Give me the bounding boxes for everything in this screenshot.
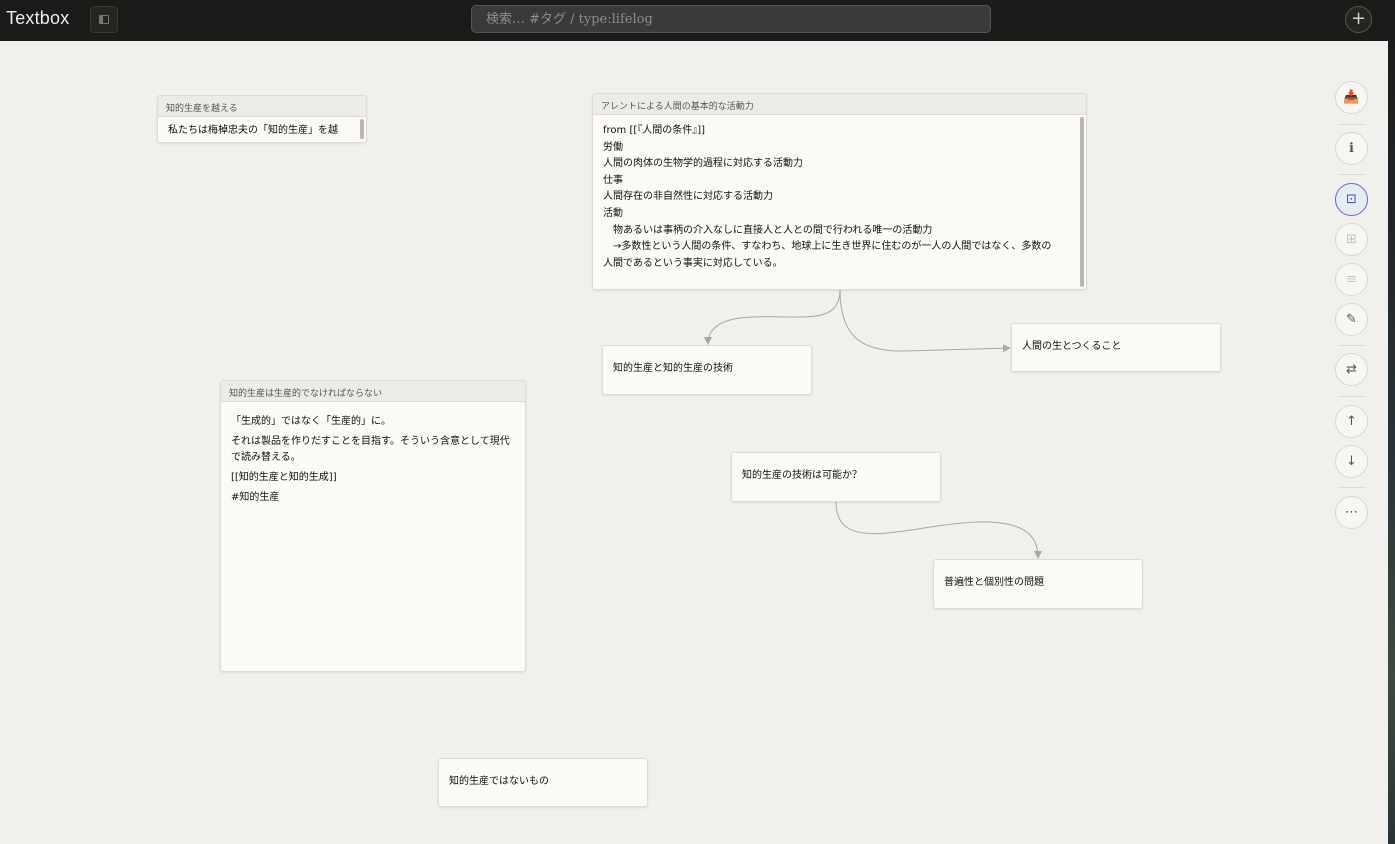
grid-view-button[interactable]: ⊞ [1335, 223, 1368, 256]
text-line: 活動 [603, 207, 623, 219]
card-is-technique-possible[interactable]: 知的生産の技術は可能か？ [731, 452, 941, 502]
link-arendt-to-tech [704, 289, 841, 345]
arrow-down-icon: ↓ [1346, 454, 1357, 469]
app-title: Textbox [6, 8, 70, 28]
card-text: 知的生産の技術は可能か？ [742, 470, 862, 481]
archive-button[interactable]: 📥 [1335, 81, 1368, 114]
info-icon: ℹ [1349, 141, 1354, 156]
text-line: 労働 [603, 141, 623, 153]
paragraph: それは製品を作りだすことを目指す。そういう含意として現代で読み替える。 [231, 436, 510, 463]
card-scrollbar[interactable] [1080, 117, 1084, 287]
top-bar: Textbox + [0, 0, 1388, 41]
text-line: 人間の肉体の生物学的過程に対応する活動力 [603, 158, 803, 170]
card-arendt-activities[interactable]: アレントによる人間の基本的な活動力 from [[『人間の条件』]] 労働 人間… [592, 93, 1087, 290]
link-arendt-to-life [839, 289, 1011, 353]
card-text: 人間の生とつくること [1022, 341, 1122, 352]
card-title: 知的生産を越える [158, 96, 366, 117]
wiki-link[interactable]: [[知的生産と知的生成]] [231, 470, 515, 486]
card-must-be-productive[interactable]: 知的生産は生産的でなければならない 「生成的」ではなく「生産的」に。 それは製品… [220, 380, 526, 672]
pen-icon: ✎ [1346, 312, 1357, 327]
toolbar-divider [1338, 396, 1366, 397]
edit-button[interactable]: ✎ [1335, 303, 1368, 336]
card-scrollbar[interactable] [360, 119, 364, 139]
card-universality-individuality[interactable]: 普遍性と個別性の問題 [933, 559, 1143, 609]
focus-frame-icon: ⊡ [1346, 192, 1357, 207]
card-title: アレントによる人間の基本的な活動力 [593, 94, 1086, 115]
card-text: 知的生産ではないもの [449, 776, 549, 787]
info-button[interactable]: ℹ [1335, 132, 1368, 165]
list-view-button[interactable]: ≡ [1335, 263, 1368, 296]
text-line: 人間存在の非自然性に対応する活動力 [603, 191, 773, 203]
card-title: 知的生産は生産的でなければならない [221, 381, 525, 402]
more-icon: ⋯ [1345, 505, 1358, 520]
card-text: from [[『人間の条件』]] 労働 人間の肉体の生物学的過程に対応する活動力… [593, 115, 1086, 272]
inbox-icon: 📥 [1343, 90, 1360, 105]
text-line: 物あるいは事柄の介入なしに直接人と人との間で行われる唯一の活動力 [603, 224, 933, 236]
paragraph: 「生成的」ではなく「生産的」に。 [231, 416, 391, 427]
card-text: 「生成的」ではなく「生産的」に。 それは製品を作りだすことを目指す。そういう含意… [221, 402, 525, 522]
sidebar-icon [99, 15, 109, 24]
move-up-button[interactable]: ↑ [1335, 405, 1368, 438]
sidebar-toggle-button[interactable] [90, 6, 118, 33]
card-intellectual-production-technique[interactable]: 知的生産と知的生産の技術 [602, 345, 812, 395]
card-text: 知的生産と知的生産の技術 [613, 363, 733, 374]
toolbar-divider [1338, 174, 1366, 175]
background-window-edge [1388, 0, 1395, 844]
link-possible-to-universal [835, 501, 1042, 559]
hashtag[interactable]: #知的生産 [231, 490, 515, 506]
text-line: from [[『人間の条件』]] [603, 125, 706, 136]
toolbar-divider [1338, 345, 1366, 346]
text-line: →多数性という人間の条件、すなわち、地球上に生き世界に住むのが一人の人間ではなく… [603, 241, 1052, 269]
toolbar-divider [1338, 124, 1366, 125]
text-line: 仕事 [603, 174, 623, 186]
move-down-button[interactable]: ↓ [1335, 445, 1368, 478]
add-button[interactable]: + [1345, 6, 1372, 33]
canvas-view-button[interactable]: ⊡ [1335, 183, 1368, 216]
card-human-life-and-making[interactable]: 人間の生とつくること [1011, 323, 1221, 372]
toolbar-divider [1338, 487, 1366, 488]
card-text: 普遍性と個別性の問題 [944, 577, 1044, 588]
card-beyond-intellectual-production[interactable]: 知的生産を越える 私たちは梅棹忠夫の「知的生産」を越 [157, 95, 367, 143]
card-text: 私たちは梅棹忠夫の「知的生産」を越 [168, 125, 338, 136]
card-not-intellectual-production[interactable]: 知的生産ではないもの [438, 758, 648, 807]
swap-arrows-icon: ⇄ [1346, 362, 1357, 377]
list-icon: ≡ [1346, 272, 1357, 287]
arrow-up-icon: ↑ [1346, 414, 1357, 429]
search-input[interactable] [471, 5, 991, 33]
swap-button[interactable]: ⇄ [1335, 353, 1368, 386]
grid-icon: ⊞ [1346, 232, 1357, 247]
more-button[interactable]: ⋯ [1335, 496, 1368, 529]
